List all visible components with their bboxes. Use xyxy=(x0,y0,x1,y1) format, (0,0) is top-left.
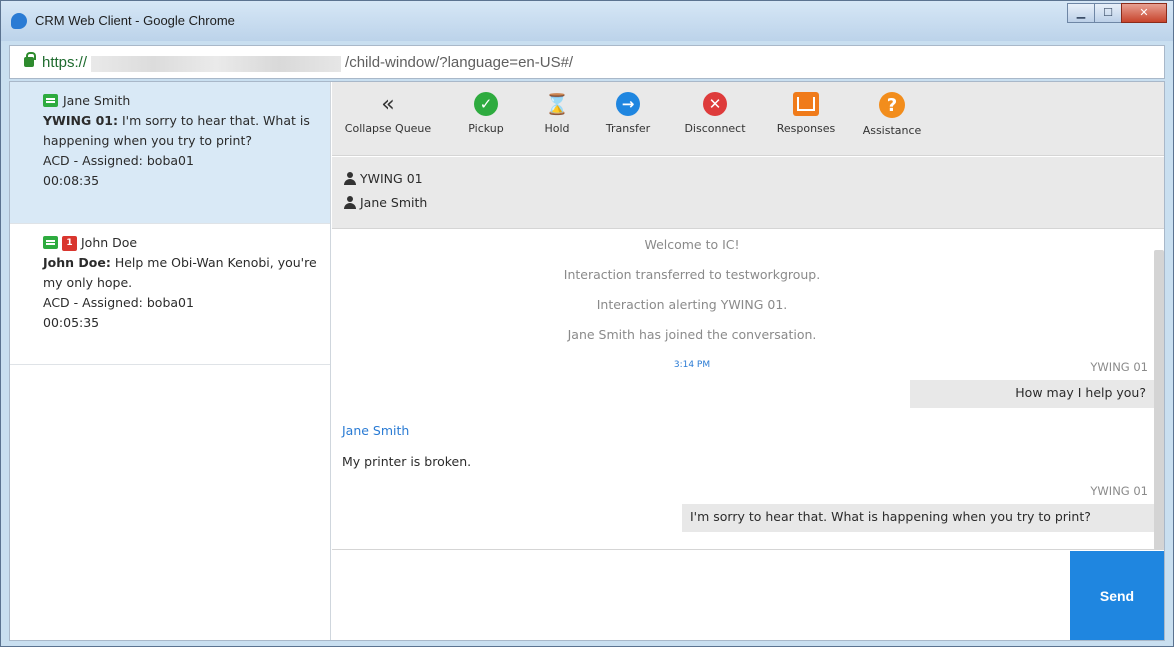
close-circle-icon: ✕ xyxy=(703,92,727,116)
person-icon xyxy=(344,172,356,185)
agent-message: I'm sorry to hear that. What is happenin… xyxy=(682,504,1154,532)
system-message: Interaction transferred to testworkgroup… xyxy=(563,267,821,282)
transcript-scrollbar[interactable] xyxy=(1154,250,1164,550)
queue-item-jane-smith[interactable]: Jane Smith YWING 01: I'm sorry to hear t… xyxy=(10,82,330,224)
disconnect-label: Disconnect xyxy=(684,122,746,135)
maximize-button[interactable]: ☐ xyxy=(1094,3,1122,23)
assistance-label: Assistance xyxy=(862,124,922,137)
collapse-queue-label: Collapse Queue xyxy=(344,122,432,135)
arrow-right-icon: → xyxy=(616,92,640,116)
app-icon xyxy=(11,13,27,29)
participant-item: Jane Smith xyxy=(344,195,427,210)
queue-item-name: John Doe xyxy=(81,235,138,250)
chat-icon xyxy=(43,94,58,107)
hold-button[interactable]: ⌛ Hold xyxy=(536,92,578,135)
system-message: Interaction alerting YWING 01. xyxy=(596,297,788,312)
pickup-button[interactable]: ✓ Pickup xyxy=(458,92,514,135)
url-path: /child-window/?language=en-US#/ xyxy=(345,54,574,71)
message-timestamp: 3:14 PM xyxy=(673,360,711,370)
queue-item-john-doe[interactable]: 1 John Doe John Doe: Help me Obi-Wan Ken… xyxy=(10,224,330,365)
chat-icon xyxy=(43,236,58,249)
queue-item-status: ACD - Assigned: boba01 xyxy=(43,295,194,310)
responses-button[interactable]: Responses xyxy=(766,92,846,135)
window-controls: ▁ ☐ ✕ xyxy=(1067,3,1167,25)
queue-item-icons xyxy=(43,94,58,107)
customer-sender-name: Jane Smith xyxy=(342,423,410,438)
title-bar: CRM Web Client - Google Chrome ▁ ☐ ✕ xyxy=(1,1,1173,41)
person-icon xyxy=(344,196,356,209)
pickup-label: Pickup xyxy=(468,122,504,135)
hold-label: Hold xyxy=(544,122,570,135)
participant-item: YWING 01 xyxy=(344,171,423,186)
agent-sender-name: YWING 01 xyxy=(1090,360,1148,374)
window-title: CRM Web Client - Google Chrome xyxy=(35,13,235,28)
queue-item-message: John Doe: Help me Obi-Wan Kenobi, you're… xyxy=(43,253,330,293)
queue-item-name: Jane Smith xyxy=(63,93,131,108)
close-button[interactable]: ✕ xyxy=(1121,3,1167,23)
transfer-label: Transfer xyxy=(605,122,651,135)
system-message: Jane Smith has joined the conversation. xyxy=(567,327,817,342)
double-chevron-left-icon: « xyxy=(381,91,395,117)
checkmark-icon: ✓ xyxy=(474,92,498,116)
send-button[interactable]: Send xyxy=(1070,551,1164,640)
assistance-button[interactable]: ? Assistance xyxy=(852,92,932,137)
question-mark-icon: ? xyxy=(879,92,905,118)
client-area: Jane Smith YWING 01: I'm sorry to hear t… xyxy=(9,81,1165,641)
participant-name: Jane Smith xyxy=(360,195,428,210)
customer-message: My printer is broken. xyxy=(342,454,472,469)
queue-item-status: ACD - Assigned: boba01 xyxy=(43,153,194,168)
agent-message: How may I help you? xyxy=(910,380,1154,408)
interaction-toolbar: « Collapse Queue ✓ Pickup ⌛ Hold → Trans… xyxy=(332,82,1164,156)
lock-icon xyxy=(24,52,36,67)
url-text: https:// /child-window/?language=en-US#/ xyxy=(42,54,573,72)
queue-item-duration: 00:05:35 xyxy=(43,315,100,330)
participants-list: YWING 01 Jane Smith xyxy=(332,157,1164,229)
queue-item-duration: 00:08:35 xyxy=(43,173,100,188)
browser-window: CRM Web Client - Google Chrome ▁ ☐ ✕ htt… xyxy=(0,0,1174,647)
queue-item-sender: YWING 01: xyxy=(43,113,118,128)
responses-label: Responses xyxy=(776,122,836,135)
hourglass-icon: ⌛ xyxy=(544,92,570,116)
url-redacted xyxy=(91,56,342,72)
transfer-button[interactable]: → Transfer xyxy=(598,92,658,135)
url-scheme: https:// xyxy=(42,54,88,71)
system-message: Welcome to IC! xyxy=(644,237,740,252)
message-input[interactable] xyxy=(332,551,1070,640)
agent-sender-name: YWING 01 xyxy=(1090,484,1148,498)
participant-name: YWING 01 xyxy=(360,171,423,186)
chat-transcript[interactable]: Welcome to IC! Interaction transferred t… xyxy=(332,230,1164,550)
queue-item-message: YWING 01: I'm sorry to hear that. What i… xyxy=(43,111,330,151)
unread-badge: 1 xyxy=(62,236,77,251)
queue-item-sender: John Doe: xyxy=(43,255,111,270)
collapse-queue-button[interactable]: « Collapse Queue xyxy=(336,91,440,136)
responses-icon xyxy=(793,92,819,116)
queue-item-icons: 1 xyxy=(43,236,77,251)
disconnect-button[interactable]: ✕ Disconnect xyxy=(674,92,756,135)
address-bar[interactable]: https:// /child-window/?language=en-US#/ xyxy=(9,45,1165,79)
minimize-button[interactable]: ▁ xyxy=(1067,3,1095,23)
interaction-queue: Jane Smith YWING 01: I'm sorry to hear t… xyxy=(10,82,331,640)
